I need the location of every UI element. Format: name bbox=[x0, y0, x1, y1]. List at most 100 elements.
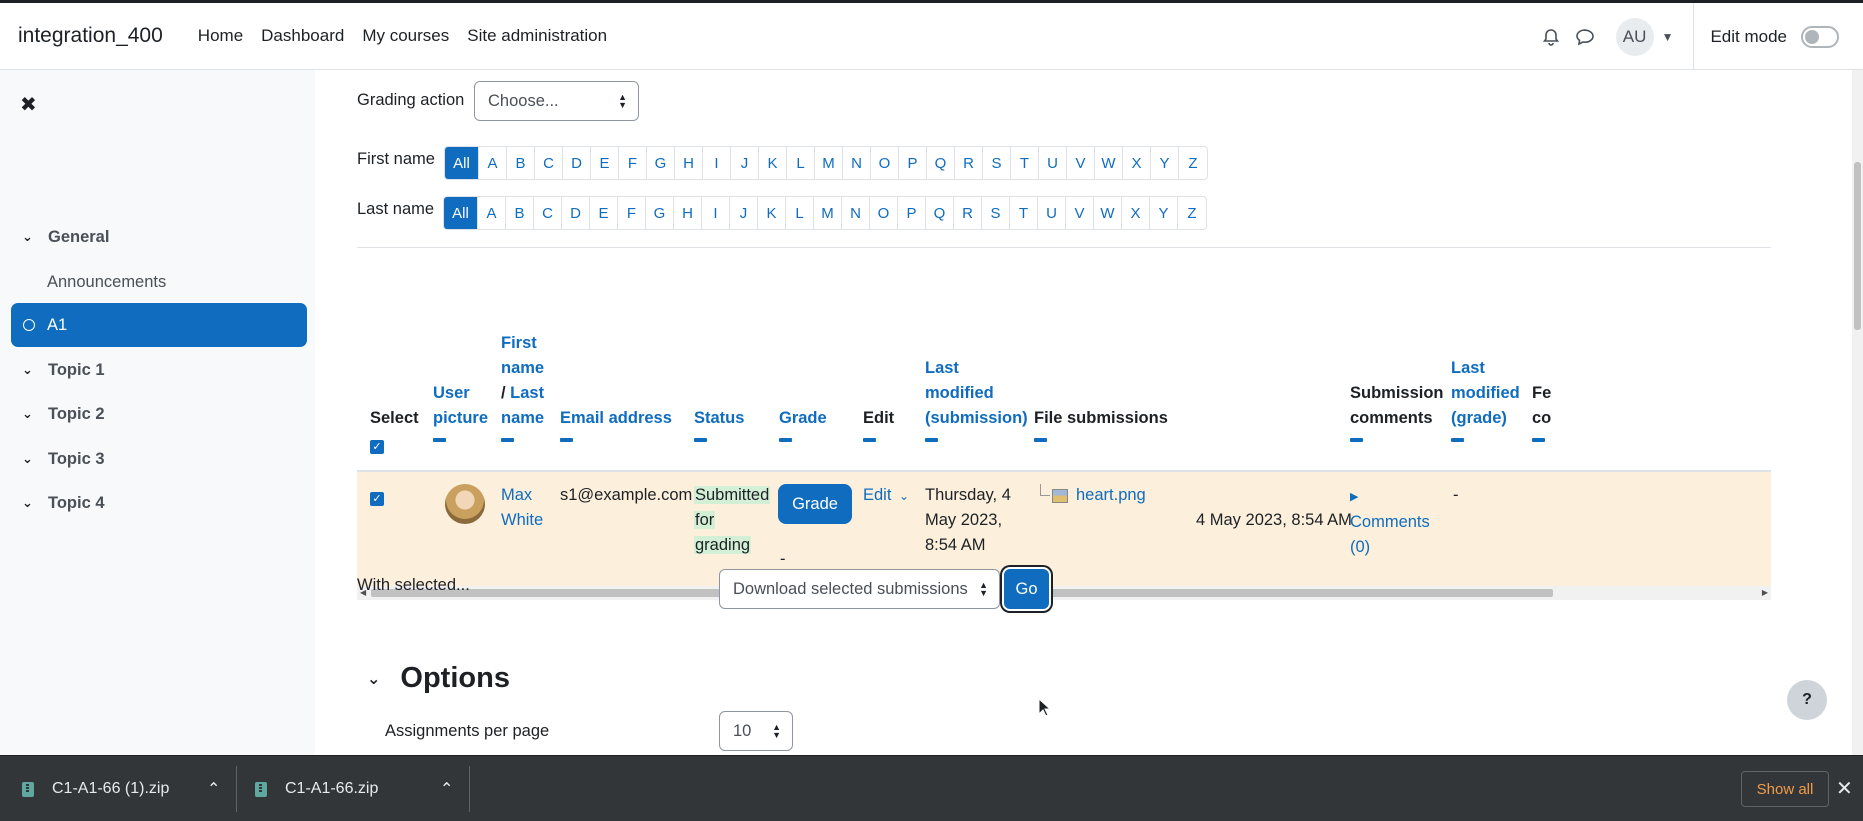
collapse-column-icon[interactable] bbox=[1451, 438, 1464, 442]
chevron-down-icon[interactable]: ⌄ bbox=[22, 495, 38, 511]
last-name-initial-t[interactable]: T bbox=[1010, 197, 1038, 229]
last-name-initial-o[interactable]: O bbox=[870, 197, 898, 229]
last-name-initial-x[interactable]: X bbox=[1122, 197, 1150, 229]
row-select-checkbox[interactable]: ✓ bbox=[370, 485, 384, 510]
last-name-initial-j[interactable]: J bbox=[730, 197, 758, 229]
collapse-column-icon[interactable] bbox=[925, 438, 938, 442]
first-name-initial-o[interactable]: O bbox=[871, 147, 899, 179]
first-name-initial-y[interactable]: Y bbox=[1151, 147, 1179, 179]
bulk-action-select[interactable]: Download selected submissions ▲ ▼ bbox=[719, 569, 1000, 609]
last-name-initial-h[interactable]: H bbox=[674, 197, 702, 229]
close-icon[interactable]: ✕ bbox=[1836, 776, 1853, 801]
header-email-address[interactable]: Email address bbox=[560, 406, 672, 442]
header-last-name-sort[interactable]: name bbox=[501, 409, 544, 427]
chevron-down-icon[interactable]: ▼ bbox=[1662, 30, 1674, 44]
nav-link-home[interactable]: Home bbox=[198, 26, 243, 46]
collapse-column-icon[interactable] bbox=[863, 438, 876, 442]
first-name-initial-g[interactable]: G bbox=[647, 147, 675, 179]
first-name-initial-all[interactable]: All bbox=[445, 147, 479, 179]
messages-chat-icon[interactable] bbox=[1568, 28, 1602, 46]
collapse-column-icon[interactable] bbox=[1350, 438, 1363, 442]
first-name-initial-j[interactable]: J bbox=[731, 147, 759, 179]
file-submission-link[interactable]: heart.png bbox=[1076, 483, 1146, 508]
page-vertical-scrollbar[interactable] bbox=[1852, 70, 1863, 755]
header-status[interactable]: Status bbox=[694, 406, 744, 442]
collapse-column-icon[interactable] bbox=[779, 438, 792, 442]
last-name-initial-w[interactable]: W bbox=[1094, 197, 1122, 229]
collapse-column-icon[interactable] bbox=[1034, 438, 1047, 442]
last-name-initial-q[interactable]: Q bbox=[926, 197, 954, 229]
chevron-down-icon[interactable]: ⌄ bbox=[22, 229, 38, 245]
user-picture[interactable] bbox=[445, 484, 485, 524]
submission-comments-toggle[interactable]: ▶ Comments (0) bbox=[1350, 483, 1430, 560]
collapse-column-icon[interactable] bbox=[1532, 438, 1545, 442]
first-name-initial-f[interactable]: F bbox=[619, 147, 647, 179]
drawer-section-topic-1[interactable]: ⌄ Topic 1 bbox=[0, 348, 315, 392]
last-name-initial-d[interactable]: D bbox=[562, 197, 590, 229]
first-name-initial-l[interactable]: L bbox=[787, 147, 815, 179]
first-name-initial-p[interactable]: P bbox=[899, 147, 927, 179]
show-all-downloads-button[interactable]: Show all bbox=[1741, 771, 1829, 807]
drawer-section-topic-4[interactable]: ⌄ Topic 4 bbox=[0, 481, 315, 525]
first-name-initial-c[interactable]: C bbox=[535, 147, 563, 179]
first-name-initial-n[interactable]: N bbox=[843, 147, 871, 179]
go-button[interactable]: Go bbox=[1004, 569, 1049, 609]
first-name-initial-m[interactable]: M bbox=[815, 147, 843, 179]
assignments-per-page-select[interactable]: 10 ▲ ▼ bbox=[719, 711, 793, 751]
drawer-item-a1[interactable]: A1 bbox=[11, 303, 307, 347]
drawer-section-topic-2[interactable]: ⌄ Topic 2 bbox=[0, 392, 315, 436]
last-name-initial-f[interactable]: F bbox=[618, 197, 646, 229]
nav-link-my-courses[interactable]: My courses bbox=[362, 26, 449, 46]
scrollbar-thumb[interactable] bbox=[1854, 162, 1861, 330]
collapse-column-icon[interactable] bbox=[433, 438, 446, 442]
last-name-initial-e[interactable]: E bbox=[590, 197, 618, 229]
header-first-name-sort[interactable]: First bbox=[501, 334, 537, 352]
table-horizontal-scrollbar[interactable]: ◀ ▶ bbox=[357, 586, 1771, 600]
header-last-modified-submission[interactable]: Last modified (submission) bbox=[925, 356, 1028, 442]
first-name-initial-d[interactable]: D bbox=[563, 147, 591, 179]
last-name-initial-u[interactable]: U bbox=[1038, 197, 1066, 229]
last-name-initial-g[interactable]: G bbox=[646, 197, 674, 229]
first-name-initial-i[interactable]: I bbox=[703, 147, 731, 179]
last-name-initial-n[interactable]: N bbox=[842, 197, 870, 229]
chevron-down-icon[interactable]: ⌄ bbox=[22, 362, 38, 378]
last-name-initial-p[interactable]: P bbox=[898, 197, 926, 229]
collapse-column-icon[interactable] bbox=[501, 438, 514, 442]
notifications-bell-icon[interactable] bbox=[1534, 28, 1568, 46]
last-name-initial-k[interactable]: K bbox=[758, 197, 786, 229]
collapse-column-icon[interactable] bbox=[560, 438, 573, 442]
chevron-down-icon[interactable]: ⌄ bbox=[22, 406, 38, 422]
edit-menu-button[interactable]: Edit ⌄ bbox=[863, 483, 909, 509]
scroll-right-icon[interactable]: ▶ bbox=[1762, 588, 1768, 597]
first-name-initial-b[interactable]: B bbox=[507, 147, 535, 179]
last-name-initial-v[interactable]: V bbox=[1066, 197, 1094, 229]
header-last-modified-grade[interactable]: Last modified (grade) bbox=[1451, 356, 1520, 442]
last-name-initial-c[interactable]: C bbox=[534, 197, 562, 229]
first-name-initial-a[interactable]: A bbox=[479, 147, 507, 179]
header-first-name-sort[interactable]: name bbox=[501, 359, 544, 377]
last-name-initial-r[interactable]: R bbox=[954, 197, 982, 229]
last-name-initial-a[interactable]: A bbox=[478, 197, 506, 229]
first-name-initial-h[interactable]: H bbox=[675, 147, 703, 179]
options-section-header[interactable]: ⌄ Options bbox=[367, 662, 510, 695]
header-last-name-sort[interactable]: Last bbox=[510, 384, 544, 402]
user-avatar-menu[interactable]: AU bbox=[1615, 17, 1654, 56]
site-brand[interactable]: integration_400 bbox=[18, 24, 163, 48]
last-name-initial-l[interactable]: L bbox=[786, 197, 814, 229]
last-name-initial-m[interactable]: M bbox=[814, 197, 842, 229]
chevron-up-icon[interactable]: ⌃ bbox=[207, 756, 220, 821]
download-item[interactable]: C1-A1-66.zip bbox=[255, 756, 378, 821]
first-name-initial-k[interactable]: K bbox=[759, 147, 787, 179]
collapse-column-icon[interactable] bbox=[694, 438, 707, 442]
student-name-link[interactable]: Max White bbox=[501, 483, 543, 533]
drawer-section-general[interactable]: ⌄ General bbox=[0, 215, 315, 259]
first-name-initial-x[interactable]: X bbox=[1123, 147, 1151, 179]
grade-button[interactable]: Grade bbox=[778, 484, 852, 524]
first-name-initial-v[interactable]: V bbox=[1067, 147, 1095, 179]
last-name-initial-b[interactable]: B bbox=[506, 197, 534, 229]
last-name-initial-y[interactable]: Y bbox=[1150, 197, 1178, 229]
nav-link-dashboard[interactable]: Dashboard bbox=[261, 26, 344, 46]
first-name-initial-s[interactable]: S bbox=[983, 147, 1011, 179]
first-name-initial-r[interactable]: R bbox=[955, 147, 983, 179]
last-name-initial-z[interactable]: Z bbox=[1178, 197, 1206, 229]
